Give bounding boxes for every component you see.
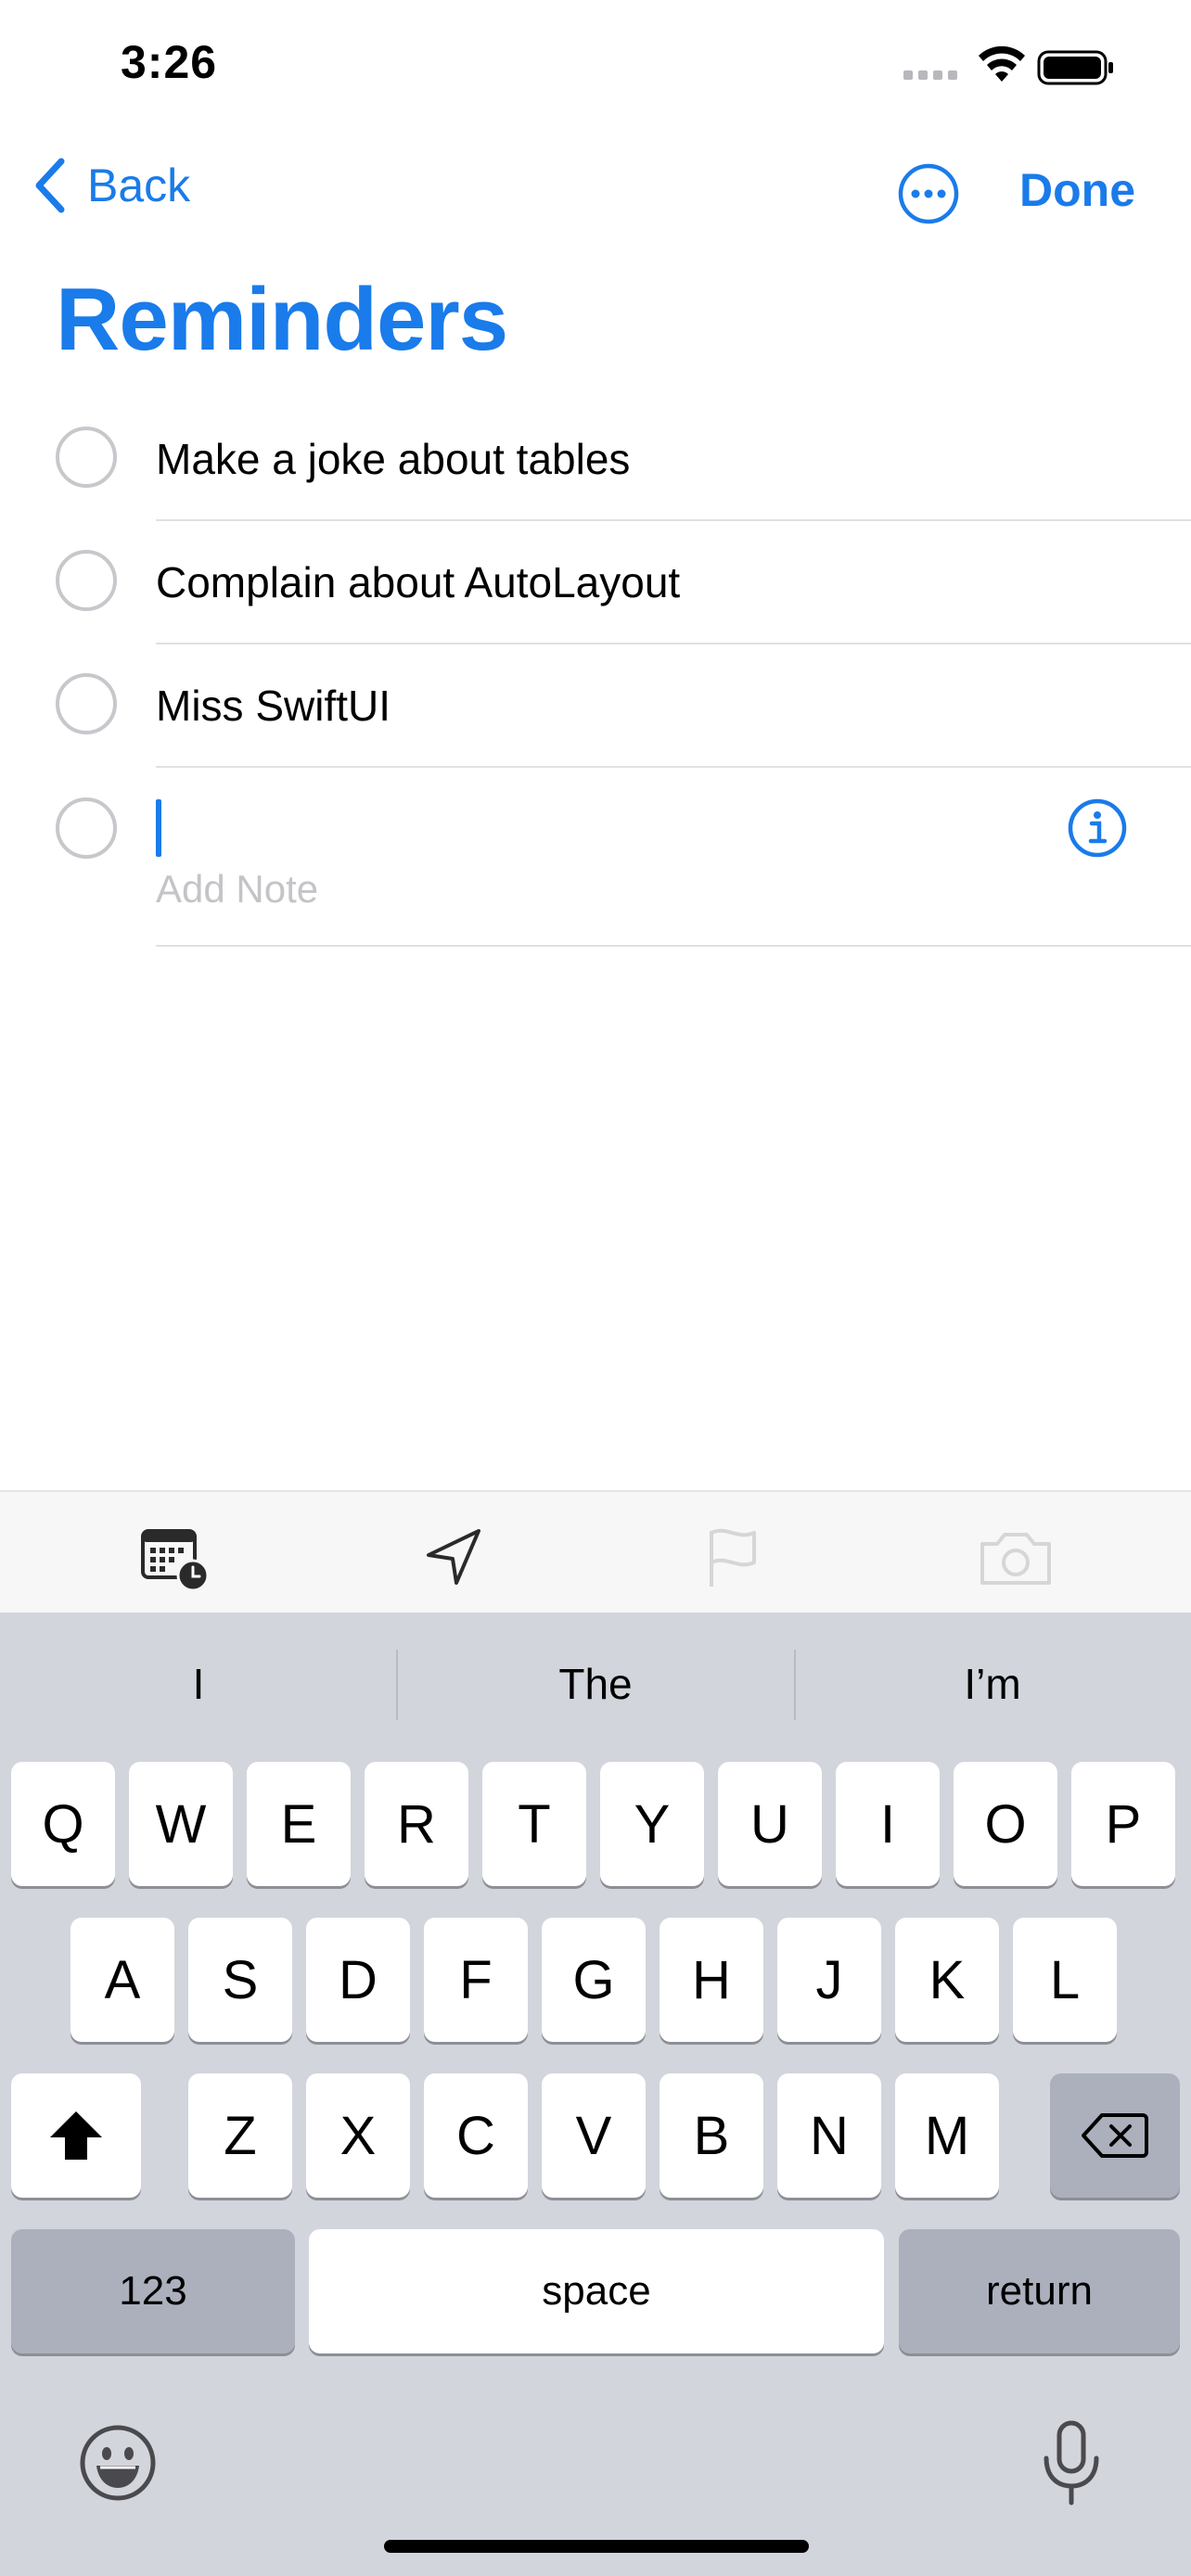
- back-button[interactable]: Back: [33, 158, 190, 213]
- emoji-icon[interactable]: [78, 2423, 158, 2503]
- space-key[interactable]: space: [309, 2229, 884, 2353]
- key-m[interactable]: M: [895, 2073, 999, 2198]
- key-x[interactable]: X: [306, 2073, 410, 2198]
- suggestion-1[interactable]: I: [0, 1659, 397, 1709]
- return-key[interactable]: return: [899, 2229, 1180, 2353]
- battery-icon: [1037, 50, 1113, 85]
- key-p[interactable]: P: [1071, 1762, 1175, 1886]
- reminder-text[interactable]: Complain about AutoLayout: [156, 557, 680, 607]
- key-k[interactable]: K: [895, 1918, 999, 2042]
- complete-checkbox[interactable]: [56, 797, 117, 859]
- wifi-icon: [979, 45, 1025, 82]
- backspace-icon: [1082, 2113, 1148, 2158]
- divider: [156, 945, 1191, 947]
- text-cursor[interactable]: [156, 799, 161, 857]
- key-g[interactable]: G: [542, 1918, 646, 2042]
- cellular-signal-icon: [903, 70, 957, 80]
- back-label: Back: [87, 159, 191, 211]
- key-h[interactable]: H: [660, 1918, 763, 2042]
- complete-checkbox[interactable]: [56, 427, 117, 488]
- key-n[interactable]: N: [777, 2073, 881, 2198]
- location-arrow-icon[interactable]: [417, 1522, 492, 1596]
- key-r[interactable]: R: [365, 1762, 468, 1886]
- suggestion-3[interactable]: I’m: [794, 1659, 1191, 1709]
- key-u[interactable]: U: [718, 1762, 822, 1886]
- complete-checkbox[interactable]: [56, 673, 117, 734]
- flag-icon: [710, 1528, 756, 1587]
- key-e[interactable]: E: [247, 1762, 351, 1886]
- key-z[interactable]: Z: [188, 2073, 292, 2198]
- divider: [156, 766, 1191, 768]
- home-indicator[interactable]: [384, 2540, 809, 2553]
- page-title: Reminders: [56, 270, 508, 369]
- add-note-field[interactable]: Add Note: [156, 867, 318, 912]
- info-icon[interactable]: [1067, 797, 1128, 859]
- reminder-text[interactable]: Miss SwiftUI: [156, 681, 391, 731]
- key-i[interactable]: I: [836, 1762, 940, 1886]
- keyboard: I The I’m Q W E R T Y U I O P A S D F G …: [0, 1613, 1191, 2576]
- key-l[interactable]: L: [1013, 1918, 1117, 2042]
- key-d[interactable]: D: [306, 1918, 410, 2042]
- shift-icon: [50, 2111, 102, 2160]
- chevron-left-icon: [35, 158, 65, 213]
- key-j[interactable]: J: [777, 1918, 881, 2042]
- key-o[interactable]: O: [954, 1762, 1057, 1886]
- key-t[interactable]: T: [482, 1762, 586, 1886]
- calendar-clock-icon[interactable]: [139, 1522, 213, 1596]
- reminder-text[interactable]: Make a joke about tables: [156, 434, 630, 484]
- key-c[interactable]: C: [424, 2073, 528, 2198]
- key-y[interactable]: Y: [600, 1762, 704, 1886]
- status-time: 3:26: [121, 36, 218, 88]
- key-b[interactable]: B: [660, 2073, 763, 2198]
- camera-icon: [980, 1533, 1051, 1585]
- key-v[interactable]: V: [542, 2073, 646, 2198]
- done-button[interactable]: Done: [1019, 163, 1135, 217]
- key-q[interactable]: Q: [11, 1762, 115, 1886]
- numbers-key[interactable]: 123: [11, 2229, 295, 2353]
- key-w[interactable]: W: [129, 1762, 233, 1886]
- list-item: Complain about AutoLayout: [0, 520, 1191, 644]
- complete-checkbox[interactable]: [56, 550, 117, 611]
- shift-key[interactable]: [11, 2073, 141, 2198]
- microphone-icon[interactable]: [1039, 2419, 1104, 2508]
- list-item: Miss SwiftUI: [0, 644, 1191, 768]
- key-a[interactable]: A: [70, 1918, 174, 2042]
- suggestion-2[interactable]: The: [397, 1659, 794, 1709]
- key-s[interactable]: S: [188, 1918, 292, 2042]
- list-item: Make a joke about tables: [0, 397, 1191, 521]
- status-icons: [903, 45, 1113, 85]
- key-f[interactable]: F: [424, 1918, 528, 2042]
- more-options-icon[interactable]: [897, 162, 960, 225]
- delete-key[interactable]: [1050, 2073, 1180, 2198]
- quick-toolbar: [0, 1490, 1191, 1614]
